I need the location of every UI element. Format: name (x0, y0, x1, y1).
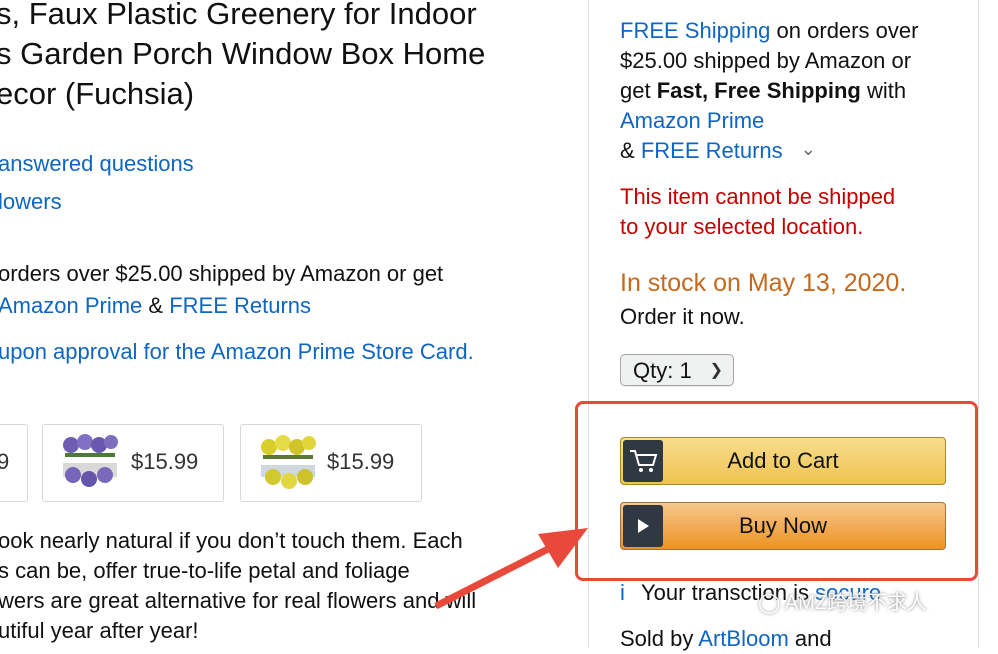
fast-free-shipping-text: Fast, Free Shipping (656, 78, 861, 103)
description-line: utiful year after year! (0, 618, 199, 643)
sold-by-line: Sold by ArtBloom and (620, 624, 832, 654)
cannot-ship-line: to your selected location. (620, 214, 864, 239)
swatch-price: 9 (0, 449, 10, 474)
shipping-line-3: get Fast, Free Shipping with (620, 76, 906, 106)
watermark-text: AMZ跨境不求人 (784, 592, 928, 614)
chevron-down-icon: ❯ (709, 362, 723, 379)
transaction-text: Your trans (641, 580, 741, 605)
shipping-line-2: $25.00 shipped by Amazon or (620, 48, 912, 73)
watermark: ◯ AMZ跨境不求人 (758, 586, 927, 615)
returns-line: & FREE Returns ⌄ (620, 136, 816, 167)
amazon-prime-link[interactable]: Amazon Prime (0, 293, 142, 318)
order-now-text: Order it now. (620, 304, 745, 329)
purple-flower-thumbnail (61, 433, 119, 491)
buybox-border-right (978, 0, 979, 648)
color-swatch[interactable]: 9 (0, 424, 28, 502)
flowers-link[interactable]: lowers (0, 187, 62, 217)
chevron-down-icon[interactable]: ⌄ (801, 134, 816, 164)
title-line: s Garden Porch Window Box Home (0, 36, 486, 71)
quantity-label: Qty: 1 (633, 358, 692, 383)
cannot-ship-line: This item cannot be shipped (620, 184, 896, 209)
free-returns-link[interactable]: FREE Returns (641, 138, 783, 163)
swatch-price: $15.99 (131, 449, 199, 474)
swatch-price: $15.99 (327, 449, 395, 474)
info-icon[interactable]: i (620, 580, 625, 605)
shipping-text: with (866, 78, 907, 103)
prime-returns-line: Amazon Prime & FREE Returns (0, 291, 311, 321)
ampersand: & (148, 293, 164, 318)
shipping-line-1: FREE Shipping on orders over (620, 16, 918, 46)
product-title: s, Faux Plastic Greenery for Indoor s Ga… (0, 0, 556, 114)
description-line: wers are great alternative for real flow… (0, 588, 477, 613)
color-swatch-purple[interactable]: $15.99 (42, 424, 224, 502)
arrow-annotation (434, 528, 588, 610)
ampersand: & (620, 138, 635, 163)
sold-by-text: and (794, 626, 832, 651)
free-shipping-link[interactable]: FREE Shipping (620, 18, 770, 43)
yellow-flower-thumbnail (259, 433, 317, 491)
wechat-icon: ◯ (758, 592, 781, 614)
stock-status: In stock on May 13, 2020. (620, 269, 907, 297)
free-returns-link[interactable]: FREE Returns (169, 293, 311, 318)
title-line: ecor (Fuchsia) (0, 76, 195, 111)
color-swatch-yellow[interactable]: $15.99 (240, 424, 422, 502)
shipping-text: get (620, 78, 651, 103)
amazon-prime-link[interactable]: Amazon Prime (620, 106, 764, 136)
description-line: s can be, offer true-to-life petal and f… (0, 558, 410, 583)
price-fragment: ‾‾‾‾ (620, 0, 649, 12)
seller-link[interactable]: ArtBloom (698, 626, 788, 651)
store-card-link[interactable]: upon approval for the Amazon Prime Store… (0, 337, 474, 367)
description-line: ook nearly natural if you don’t touch th… (0, 528, 463, 553)
answered-questions-link[interactable]: answered questions (0, 149, 194, 179)
sold-by-text: Sold by (620, 626, 694, 651)
shipping-text: orders over $25.00 shipped by Amazon or … (0, 261, 444, 286)
highlight-box (575, 401, 978, 581)
shipping-text: on orders over (776, 18, 919, 43)
title-line: s, Faux Plastic Greenery for Indoor (0, 0, 477, 31)
quantity-select[interactable]: Qty: 1 ❯ (620, 354, 734, 386)
